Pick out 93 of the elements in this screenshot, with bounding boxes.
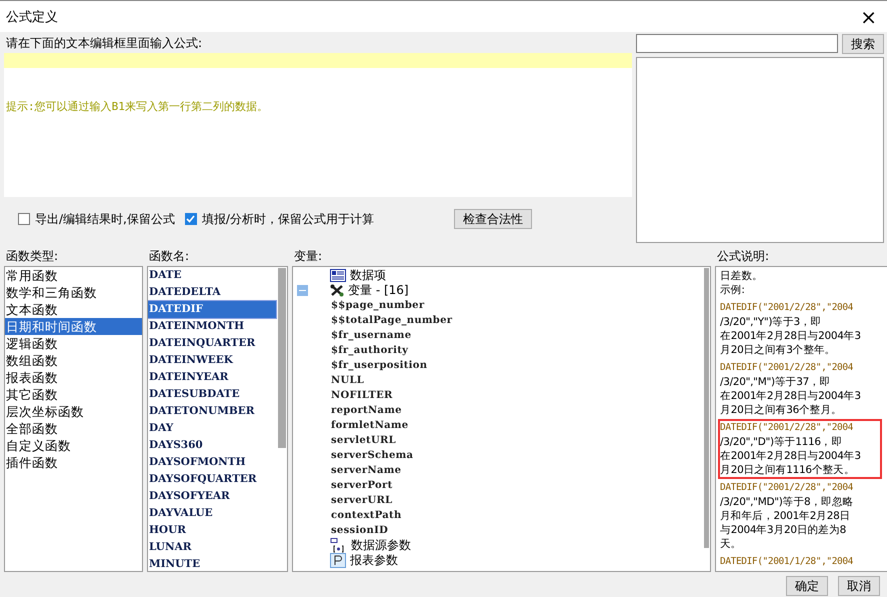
list-icon (330, 269, 346, 282)
dialog-button[interactable]: 取消 (838, 576, 880, 596)
description-text: 与2004年3月20日的差为8 (720, 523, 847, 537)
function-item[interactable]: DATEDIF (148, 301, 276, 318)
category-item[interactable]: 数组函数 (5, 352, 142, 369)
function-item[interactable]: LUNAR (148, 539, 276, 556)
function-item[interactable]: DAYSOFQUARTER (148, 471, 276, 488)
tree-leaf[interactable]: formletName (331, 420, 408, 431)
description-text: 月20日之间有3个整年。 (720, 343, 836, 357)
scrollbar-thumb[interactable] (278, 268, 286, 448)
cross-icon (330, 284, 344, 297)
editor-label: 请在下面的文本编辑框里面输入公式: (5, 35, 204, 52)
checkbox-label[interactable]: 填报/分析时，保留公式用于计算 (202, 210, 374, 228)
tree-leaf[interactable]: $fr_username (331, 330, 412, 341)
description-text: DATEDIF("2001/2/28","2004 (720, 421, 854, 435)
function-item[interactable]: MINUTE (148, 556, 276, 571)
description-text: 月20日之间有36个整月。 (720, 403, 843, 417)
description-text: /3/20","D")等于1116，即 (720, 435, 844, 449)
search-field[interactable] (636, 34, 838, 53)
function-item[interactable]: DAYSOFMONTH (148, 454, 276, 471)
description-text: 天。 (720, 537, 742, 551)
tree-leaf[interactable]: serverName (331, 465, 402, 476)
description-text: 日差数。 (720, 269, 764, 283)
function-item[interactable]: DATEINMONTH (148, 318, 276, 335)
function-item[interactable]: DAYVALUE (148, 505, 276, 522)
description-text: 月20日之间有1116个整天。 (720, 463, 856, 477)
function-label: 函数名: (148, 248, 190, 265)
category-item[interactable]: 其它函数 (5, 386, 142, 403)
function-item[interactable]: DATEINQUARTER (148, 335, 276, 352)
tree-leaf[interactable]: reportName (331, 405, 402, 416)
tree-node[interactable]: 变量 - [16] (348, 282, 409, 299)
tree-leaf[interactable]: serverURL (331, 495, 392, 506)
tree-leaf[interactable]: $$totalPage_number (331, 315, 452, 326)
category-item[interactable]: 文本函数 (5, 301, 142, 318)
description-text: DATEDIF("2001/2/28","2004 (720, 481, 854, 495)
description-text: 在2001年2月28日与2004年3 (720, 449, 862, 463)
description-text: DATEDIF("2001/2/28","2004 (720, 361, 854, 375)
checkbox[interactable] (18, 213, 30, 225)
tree-leaf[interactable]: sessionID (331, 525, 388, 536)
category-item[interactable]: 常用函数 (5, 267, 142, 284)
tree-leaf[interactable]: serverSchema (331, 450, 414, 461)
collapse-toggle[interactable] (297, 285, 308, 296)
category-label: 函数类型: (5, 248, 60, 265)
checkbox[interactable] (184, 213, 197, 225)
tree-leaf[interactable]: NOFILTER (331, 390, 393, 401)
category-item[interactable]: 全部函数 (5, 420, 142, 437)
description-text: 示例: (720, 283, 746, 297)
tree-leaf[interactable]: contextPath (331, 510, 402, 521)
tree-node[interactable]: 报表参数 (350, 552, 398, 569)
function-item[interactable]: DAYS360 (148, 437, 276, 454)
description-label: 公式说明: (716, 248, 770, 265)
window-title: 公式定义 (6, 8, 58, 26)
close-button[interactable]: × (856, 6, 881, 26)
tree-leaf[interactable]: NULL (331, 375, 364, 386)
category-item[interactable]: 报表函数 (5, 369, 142, 386)
description-text: /3/20","MD")等于8，即忽略 (720, 495, 854, 509)
description-text: DATEDIF("2001/1/28","2004 (720, 555, 854, 569)
category-item[interactable]: 层次坐标函数 (5, 403, 142, 420)
function-item[interactable]: DATE (148, 267, 276, 284)
function-item[interactable]: HOUR (148, 522, 276, 539)
tree-node[interactable]: 数据源参数 (351, 537, 411, 554)
function-item[interactable]: DATEDELTA (148, 284, 276, 301)
function-item[interactable]: DATESUBDATE (148, 386, 276, 403)
function-item[interactable]: DAYSOFYEAR (148, 488, 276, 505)
scrollbar-thumb[interactable] (704, 268, 709, 548)
variables-label: 变量: (293, 248, 324, 265)
tree-node[interactable]: 数据项 (350, 267, 386, 284)
search-button[interactable]: 搜索 (842, 34, 884, 54)
tree-leaf[interactable]: $fr_userposition (331, 360, 428, 371)
tree-leaf[interactable]: $$page_number (331, 300, 424, 311)
description-text: DATEDIF("2001/2/28","2004 (720, 301, 854, 315)
function-item[interactable]: DATEINYEAR (148, 369, 276, 386)
function-item[interactable]: DATEINWEEK (148, 352, 276, 369)
category-item[interactable]: 插件函数 (5, 454, 142, 471)
description-text: 在2001年2月28日与2004年3 (720, 389, 862, 403)
hint-text: 提示:您可以通过输入B1来写入第一行第二列的数据。 (5, 99, 269, 114)
tree-leaf[interactable]: $fr_authority (331, 345, 408, 356)
tree-leaf[interactable]: serverPort (331, 480, 393, 491)
dialog-button[interactable]: 确定 (786, 576, 828, 596)
description-text: 月和年后，2001年2月28日 (720, 509, 852, 523)
tree-leaf[interactable]: servletURL (331, 435, 396, 446)
check-validity-button[interactable]: 检查合法性 (454, 209, 532, 229)
category-item[interactable]: 逻辑函数 (5, 335, 142, 352)
description-text: /3/20","M")等于37，即 (720, 375, 832, 389)
description-text: /3/20","Y")等于3，即 (720, 315, 822, 329)
p-icon (330, 553, 346, 568)
checkbox-label[interactable]: 导出/编辑结果时,保留公式 (35, 210, 175, 228)
category-item[interactable]: 数学和三角函数 (5, 284, 142, 301)
category-item[interactable]: 日期和时间函数 (5, 318, 142, 335)
function-item[interactable]: DAY (148, 420, 276, 437)
description-text: 在2001年2月28日与2004年3 (720, 329, 862, 343)
category-item[interactable]: 自定义函数 (5, 437, 142, 454)
function-item[interactable]: DATETONUMBER (148, 403, 276, 420)
